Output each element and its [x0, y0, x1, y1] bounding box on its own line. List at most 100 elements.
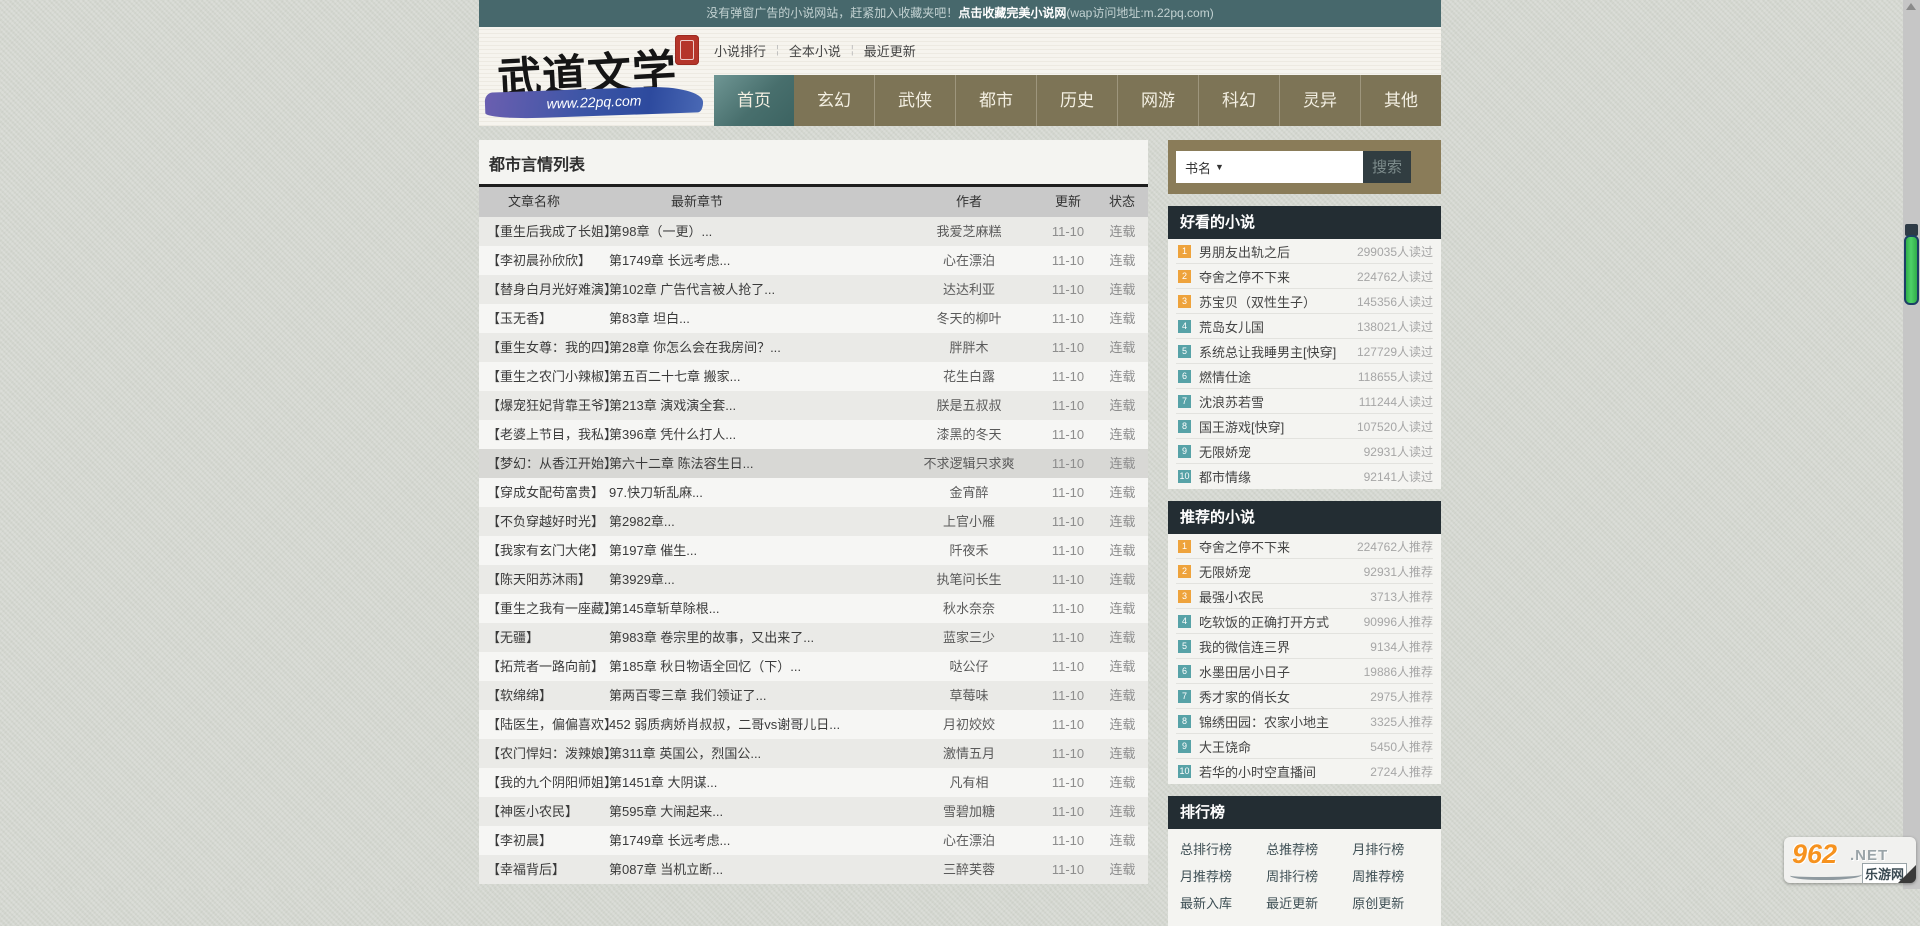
ranking-link[interactable]: 最新入库 — [1176, 889, 1262, 916]
search-button[interactable]: 搜索 — [1363, 151, 1411, 183]
latest-chapter-link[interactable]: 第983章 卷宗里的故事，又出来了... — [609, 630, 814, 645]
latest-chapter-link[interactable]: 第1749章 长远考虑... — [609, 833, 730, 848]
latest-chapter-link[interactable]: 第595章 大闹起来... — [609, 804, 723, 819]
top-link[interactable]: 小说排行 — [714, 41, 766, 60]
latest-chapter-link[interactable]: 第1749章 长远考虑... — [609, 253, 730, 268]
latest-chapter-link[interactable]: 第五百二十七章 搬家... — [609, 369, 740, 384]
latest-chapter-link[interactable]: 97.快刀斩乱麻... — [609, 485, 703, 500]
ranking-link[interactable]: 周推荐榜 — [1348, 862, 1434, 889]
novel-link[interactable]: 无限娇宠 — [1199, 445, 1251, 460]
latest-chapter-link[interactable]: 第3929章... — [609, 572, 675, 587]
latest-chapter-link[interactable]: 第396章 凭什么打人... — [609, 427, 736, 442]
novel-title-link[interactable]: 【软绵绵】 — [487, 688, 552, 703]
nav-tab-玄幻[interactable]: 玄幻 — [794, 75, 874, 126]
novel-title-link[interactable]: 【无疆】 — [487, 630, 539, 645]
latest-chapter-link[interactable]: 第两百零三章 我们领证了... — [609, 688, 766, 703]
latest-chapter-link[interactable]: 452 弱质病娇肖叔叔，二哥vs谢哥儿日... — [609, 717, 840, 732]
novel-link[interactable]: 最强小农民 — [1199, 590, 1264, 605]
status-label: 连载 — [1097, 391, 1148, 420]
list-item: 3 苏宝贝（双性生子） 145356人读过 — [1176, 289, 1433, 314]
table-row: 【穿成女配苟富贵】 97.快刀斩乱麻... 金宵醉 11-10 连载 — [479, 478, 1148, 507]
novel-title-link[interactable]: 【替身白月光好难演】 — [487, 282, 617, 297]
novel-link[interactable]: 大王饶命 — [1199, 740, 1251, 755]
latest-chapter-link[interactable]: 第145章斩草除根... — [609, 601, 720, 616]
novel-title-link[interactable]: 【农门悍妇：泼辣娘】 — [487, 746, 617, 761]
scroll-up-arrow-icon[interactable] — [1906, 3, 1916, 10]
novel-title-link[interactable]: 【梦幻：从香江开始】 — [487, 456, 617, 471]
latest-chapter-link[interactable]: 第185章 秋日物语全回忆（下）... — [609, 659, 801, 674]
novel-link[interactable]: 我的微信连三界 — [1199, 640, 1290, 655]
novel-title-link[interactable]: 【神医小农民】 — [487, 804, 578, 819]
ranking-link[interactable]: 原创更新 — [1348, 889, 1434, 916]
novel-link[interactable]: 若华的小时空直播间 — [1199, 765, 1316, 780]
novel-link[interactable]: 夺舍之停不下来 — [1199, 270, 1290, 285]
nav-tab-首页[interactable]: 首页 — [714, 75, 794, 126]
nav-tab-科幻[interactable]: 科幻 — [1198, 75, 1279, 126]
nav-tab-灵异[interactable]: 灵异 — [1279, 75, 1360, 126]
nav-tab-武侠[interactable]: 武侠 — [874, 75, 955, 126]
latest-chapter-link[interactable]: 第087章 当机立断... — [609, 862, 723, 877]
novel-link[interactable]: 系统总让我睡男主[快穿] — [1199, 345, 1336, 360]
novel-link[interactable]: 都市情缘 — [1199, 470, 1251, 485]
novel-link[interactable]: 水墨田居小日子 — [1199, 665, 1290, 680]
novel-title-link[interactable]: 【我家有玄门大佬】 — [487, 543, 604, 558]
novel-link[interactable]: 男朋友出轨之后 — [1199, 245, 1290, 260]
top-link[interactable]: 最近更新 — [864, 41, 916, 60]
novel-title-link[interactable]: 【玉无香】 — [487, 311, 552, 326]
hot-novels-list: 1 男朋友出轨之后 299035人读过 2 夺舍之停不下来 224762人读过 … — [1168, 239, 1441, 489]
bookmark-link[interactable]: 点击收藏完美小说网 — [958, 6, 1066, 20]
latest-chapter-link[interactable]: 第311章 英国公，烈国公... — [609, 746, 761, 761]
novel-link[interactable]: 国王游戏[快穿] — [1199, 420, 1284, 435]
novel-title-link[interactable]: 【老婆上节目，我私】 — [487, 427, 617, 442]
novel-title-link[interactable]: 【幸福背后】 — [487, 862, 565, 877]
search-input[interactable]: 书名 ▼ — [1176, 151, 1363, 183]
latest-chapter-link[interactable]: 第六十二章 陈法容生日... — [609, 456, 753, 471]
novel-title-link[interactable]: 【重生女尊：我的四】 — [487, 340, 617, 355]
latest-chapter-link[interactable]: 第28章 你怎么会在我房间？... — [609, 340, 781, 355]
novel-link[interactable]: 燃情仕途 — [1199, 370, 1251, 385]
nav-tab-网游[interactable]: 网游 — [1117, 75, 1198, 126]
ranking-link[interactable]: 总排行榜 — [1176, 835, 1262, 862]
novel-title-link[interactable]: 【李初晨孙欣欣】 — [487, 253, 591, 268]
latest-chapter-link[interactable]: 第1451章 大阴谋... — [609, 775, 717, 790]
novel-link[interactable]: 苏宝贝（双性生子） — [1199, 295, 1316, 310]
novel-title-link[interactable]: 【拓荒者一路向前】 — [487, 659, 604, 674]
latest-chapter-link[interactable]: 第197章 催生... — [609, 543, 697, 558]
novel-title-link[interactable]: 【重生后我成了长姐】 — [487, 224, 617, 239]
novel-title-link[interactable]: 【重生之农门小辣椒】 — [487, 369, 617, 384]
novel-link[interactable]: 沈浪苏若雪 — [1199, 395, 1264, 410]
novel-title-link[interactable]: 【我的九个阴阳师姐】 — [487, 775, 617, 790]
novel-link[interactable]: 吃软饭的正确打开方式 — [1199, 615, 1329, 630]
page-scrollbar[interactable] — [1903, 0, 1920, 889]
latest-chapter-link[interactable]: 第2982章... — [609, 514, 675, 529]
ranking-link[interactable]: 最近更新 — [1262, 889, 1348, 916]
novel-title-link[interactable]: 【重生之我有一座藏】 — [487, 601, 617, 616]
novel-title-link[interactable]: 【不负穿越好时光】 — [487, 514, 604, 529]
site-logo[interactable]: 武道文学 www.22pq.com — [479, 27, 714, 126]
ranking-link[interactable]: 周排行榜 — [1262, 862, 1348, 889]
novel-link[interactable]: 荒岛女儿国 — [1199, 320, 1264, 335]
ranking-link[interactable]: 月排行榜 — [1348, 835, 1434, 862]
search-type-select[interactable]: 书名 — [1176, 158, 1211, 177]
novel-title-link[interactable]: 【李初晨】 — [487, 833, 552, 848]
ranking-link[interactable]: 总推荐榜 — [1262, 835, 1348, 862]
novel-title-link[interactable]: 【陈天阳苏沐雨】 — [487, 572, 591, 587]
latest-chapter-link[interactable]: 第83章 坦白... — [609, 311, 690, 326]
scrollbar-thumb[interactable] — [1904, 235, 1919, 305]
nav-tab-其他[interactable]: 其他 — [1360, 75, 1441, 126]
novel-link[interactable]: 夺舍之停不下来 — [1199, 540, 1290, 555]
latest-chapter-link[interactable]: 第213章 演戏演全套... — [609, 398, 736, 413]
latest-chapter-link[interactable]: 第98章（一更）... — [609, 224, 712, 239]
novel-title-link[interactable]: 【爆宠狂妃背靠王爷】 — [487, 398, 617, 413]
novel-link[interactable]: 锦绣田园：农家小地主 — [1199, 715, 1329, 730]
latest-chapter-link[interactable]: 第102章 广告代言被人抢了... — [609, 282, 775, 297]
nav-tab-历史[interactable]: 历史 — [1036, 75, 1117, 126]
novel-title-link[interactable]: 【陆医生，偏偏喜欢】 — [487, 717, 617, 732]
update-date: 11-10 — [1039, 768, 1097, 797]
novel-title-link[interactable]: 【穿成女配苟富贵】 — [487, 485, 604, 500]
top-link[interactable]: 全本小说 — [789, 41, 841, 60]
ranking-link[interactable]: 月推荐榜 — [1176, 862, 1262, 889]
nav-tab-都市[interactable]: 都市 — [955, 75, 1036, 126]
novel-link[interactable]: 秀才家的俏长女 — [1199, 690, 1290, 705]
novel-link[interactable]: 无限娇宠 — [1199, 565, 1251, 580]
